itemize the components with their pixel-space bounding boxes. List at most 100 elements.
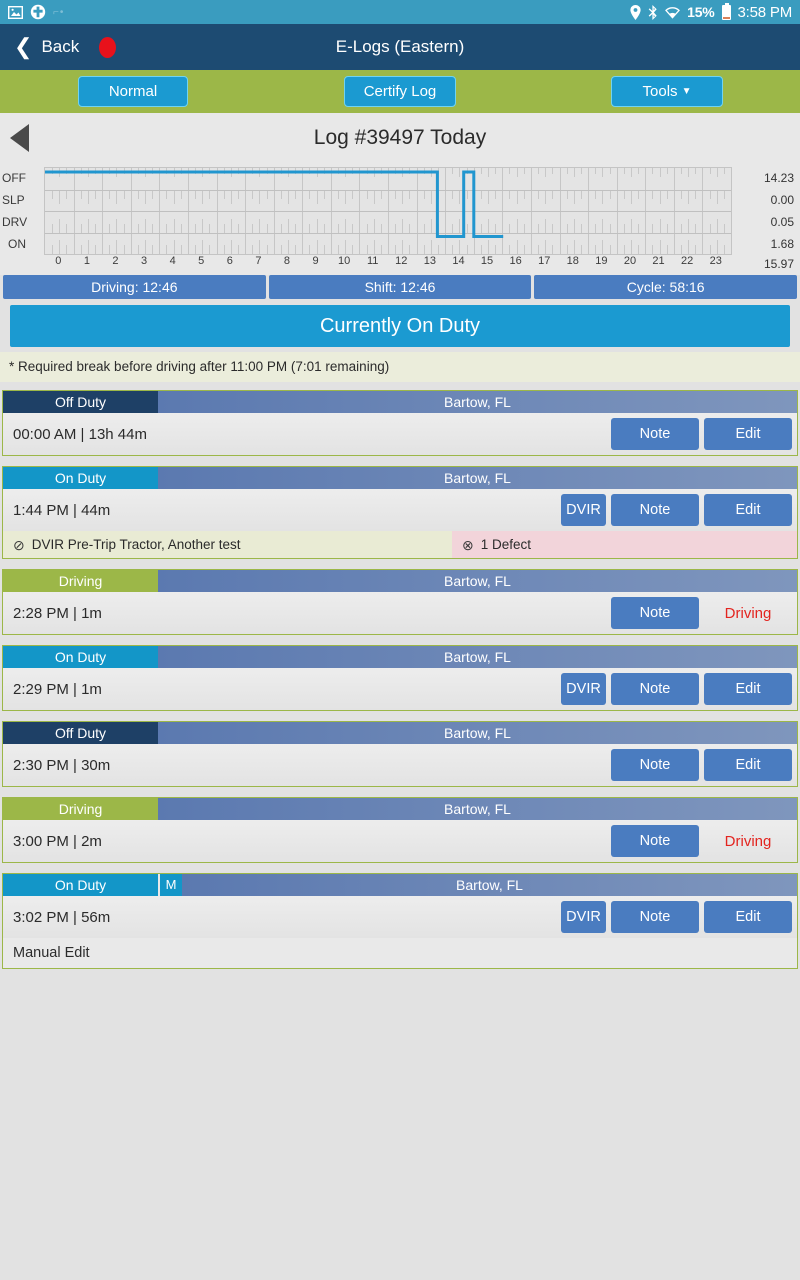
- clock-label: 3:58 PM: [737, 3, 793, 21]
- graph-xtick-2: 2: [112, 255, 119, 267]
- check-circle-icon: ⊘: [13, 536, 25, 553]
- graph-xtick-3: 3: [140, 255, 148, 267]
- log-entry-body: 2:30 PM | 30m Note Edit: [3, 744, 797, 786]
- log-entry-header: Driving Bartow, FL: [3, 798, 797, 820]
- graph-xtick-19: 19: [595, 255, 608, 267]
- previous-day-arrow-icon[interactable]: [10, 124, 29, 152]
- entry-button-group: Note Edit: [611, 418, 792, 450]
- duty-status-badge: Driving: [3, 798, 158, 820]
- dvir-button[interactable]: DVIR: [561, 901, 606, 933]
- dvir-button[interactable]: DVIR: [561, 494, 606, 526]
- graph-hour-totals: 14.23 0.00 0.05 1.68 15.97: [738, 167, 794, 277]
- note-button[interactable]: Note: [611, 901, 699, 933]
- graph-xtick-7: 7: [255, 255, 262, 267]
- note-button[interactable]: Note: [611, 825, 699, 857]
- graph-total-on: 1.68: [770, 237, 794, 251]
- graph-row-label-slp: SLP: [2, 193, 25, 207]
- dvir-button[interactable]: DVIR: [561, 673, 606, 705]
- entry-button-group: DVIR Note Edit: [561, 901, 792, 933]
- entry-time-duration: 2:28 PM | 1m: [13, 604, 102, 622]
- graph-xtick-20: 20: [623, 255, 637, 267]
- back-button-label: Back: [41, 37, 80, 56]
- entry-location-label: Bartow, FL: [158, 391, 797, 413]
- driving-status-label: Driving: [724, 832, 772, 850]
- log-entry-body: 3:02 PM | 56m DVIR Note Edit: [3, 896, 797, 938]
- entry-location-label: Bartow, FL: [158, 570, 797, 592]
- graph-xtick-8: 8: [283, 255, 291, 267]
- edit-button[interactable]: Edit: [704, 749, 792, 781]
- cycle-hours-cell[interactable]: Cycle: 58:16: [534, 275, 798, 299]
- recording-indicator-icon: [99, 36, 117, 58]
- defect-indicator[interactable]: ⊗ 1 Defect: [452, 531, 797, 558]
- entry-button-group: Note Edit: [611, 749, 792, 781]
- log-entry: Driving Bartow, FL 3:00 PM | 2m Note Driving: [2, 797, 798, 863]
- required-break-note: * Required break before driving after 11…: [0, 352, 800, 382]
- duty-status-badge: Off Duty: [3, 722, 158, 744]
- note-button[interactable]: Note: [611, 749, 699, 781]
- entry-time-duration: 2:29 PM | 1m: [13, 680, 102, 698]
- manual-edit-label: Manual Edit: [3, 938, 797, 968]
- duty-status-graph: OFF SLP DRV ON 14.23 0.00 0.05 1.68 15.97 01234…: [0, 163, 800, 275]
- graph-xtick-0: 0: [55, 255, 62, 267]
- normal-mode-button[interactable]: Normal: [78, 76, 188, 107]
- wifi-icon: [665, 6, 681, 19]
- back-button[interactable]: ❮ Back: [0, 36, 93, 58]
- log-entry: On Duty Bartow, FL 2:29 PM | 1m DVIR Note Edi…: [2, 645, 798, 711]
- driving-status-label: Driving: [724, 604, 772, 622]
- note-button[interactable]: Note: [611, 494, 699, 526]
- note-button[interactable]: Note: [611, 418, 699, 450]
- graph-xtick-5: 5: [198, 255, 205, 267]
- note-button[interactable]: Note: [611, 673, 699, 705]
- log-entry-body: 2:28 PM | 1m Note Driving: [3, 592, 797, 634]
- chevron-left-icon: ❮: [14, 34, 33, 59]
- log-entry-header: Driving Bartow, FL: [3, 570, 797, 592]
- graph-grid: [44, 167, 732, 255]
- edit-button[interactable]: Edit: [704, 673, 792, 705]
- hours-summary-bar: Driving: 12:46 Shift: 12:46 Cycle: 58:16: [0, 275, 800, 299]
- shift-hours-cell[interactable]: Shift: 12:46: [268, 275, 532, 299]
- log-title: Log #39497 Today: [313, 126, 487, 149]
- manual-edit-badge: M: [158, 874, 182, 896]
- entry-button-group: Note Driving: [611, 825, 792, 857]
- graph-xtick-16: 16: [509, 255, 522, 267]
- entry-button-group: Note Driving: [611, 597, 792, 629]
- dvir-text: DVIR Pre-Trip Tractor, Another test: [31, 537, 241, 552]
- duty-status-badge: On Duty: [3, 874, 158, 896]
- app-navigation-bar: ❮ Back E-Logs (Eastern): [0, 24, 800, 70]
- graph-xtick-4: 4: [169, 255, 176, 267]
- note-button[interactable]: Note: [611, 597, 699, 629]
- edit-button[interactable]: Edit: [704, 901, 792, 933]
- log-entry-body: 3:00 PM | 2m Note Driving: [3, 820, 797, 862]
- graph-x-axis: 0 1 2 3 4 5 6 7 8 9 10 11 12 13 14 15 16 17 18 19 20 21 22 23: [44, 255, 732, 273]
- graph-total-drv: 0.05: [770, 215, 794, 229]
- current-duty-status-banner[interactable]: Currently On Duty: [10, 305, 790, 347]
- graph-xtick-15: 15: [480, 255, 494, 267]
- duty-status-badge: On Duty: [3, 646, 158, 668]
- graph-grand-total: 15.97: [763, 257, 794, 271]
- graph-xtick-14: 14: [452, 255, 465, 267]
- entry-time-duration: 1:44 PM | 44m: [13, 501, 111, 519]
- defect-count-label: 1 Defect: [480, 537, 532, 552]
- duty-status-badge: Off Duty: [3, 391, 158, 413]
- action-toolbar: Normal Certify Log Tools ▼: [0, 70, 800, 113]
- duty-status-badge: Driving: [3, 570, 158, 592]
- graph-xtick-10: 10: [338, 255, 351, 267]
- edit-button[interactable]: Edit: [704, 494, 792, 526]
- entry-time-duration: 3:00 PM | 2m: [13, 832, 102, 850]
- graph-xtick-23: 23: [709, 255, 722, 267]
- image-icon: [8, 5, 23, 19]
- log-entry: Off Duty Bartow, FL 2:30 PM | 30m Note Edit: [2, 721, 798, 787]
- tools-dropdown-button[interactable]: Tools ▼: [611, 76, 723, 107]
- log-entry-header: On Duty M Bartow, FL: [3, 874, 797, 896]
- graph-duty-trace: [45, 170, 504, 238]
- graph-xtick-11: 11: [366, 255, 379, 267]
- log-entry-list: Off Duty Bartow, FL 00:00 AM | 13h 44m Note…: [0, 390, 800, 969]
- entry-time-duration: 2:30 PM | 30m: [13, 756, 111, 774]
- x-circle-icon: ⊗: [462, 536, 474, 553]
- entry-location-label: Bartow, FL: [158, 722, 797, 744]
- log-entry-header: Off Duty Bartow, FL: [3, 391, 797, 413]
- edit-button[interactable]: Edit: [704, 418, 792, 450]
- log-entry: On Duty M Bartow, FL 3:02 PM | 56m DVIR Note E…: [2, 873, 798, 969]
- driving-hours-cell[interactable]: Driving: 12:46: [3, 275, 266, 299]
- certify-log-button[interactable]: Certify Log: [344, 76, 456, 107]
